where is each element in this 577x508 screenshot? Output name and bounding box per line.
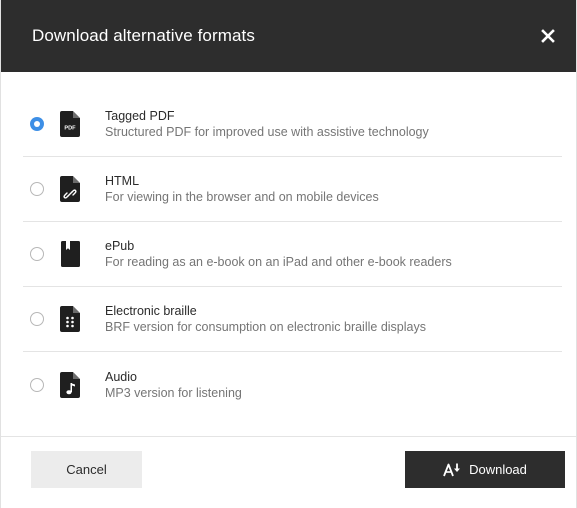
close-icon [541, 29, 555, 43]
radio-epub[interactable] [30, 247, 44, 261]
download-button[interactable]: Download [405, 451, 565, 488]
pdf-icon-label: PDF [64, 126, 76, 132]
option-title: Tagged PDF [105, 109, 175, 123]
option-electronic-braille[interactable]: Electronic braille BRF version for consu… [23, 287, 562, 352]
radio-tagged-pdf[interactable] [30, 117, 44, 131]
dialog-footer: Cancel Download [1, 436, 576, 508]
html-file-icon [60, 176, 80, 202]
pdf-file-icon: PDF [60, 111, 80, 137]
dialog-header: Download alternative formats [1, 0, 576, 72]
option-audio[interactable]: Audio MP3 version for listening [23, 352, 562, 417]
close-button[interactable] [534, 22, 562, 50]
option-description: For viewing in the browser and on mobile… [105, 190, 379, 204]
cancel-button[interactable]: Cancel [31, 451, 142, 488]
braille-file-icon [60, 306, 80, 332]
epub-book-icon [61, 241, 80, 267]
download-label: Download [469, 462, 527, 477]
radio-html[interactable] [30, 182, 44, 196]
option-tagged-pdf[interactable]: PDF Tagged PDF Structured PDF for improv… [23, 92, 562, 157]
radio-electronic-braille[interactable] [30, 312, 44, 326]
option-description: MP3 version for listening [105, 385, 242, 400]
option-description: BRF version for consumption on electroni… [105, 320, 426, 334]
option-description: Structured PDF for improved use with ass… [105, 125, 429, 139]
format-options-list: PDF Tagged PDF Structured PDF for improv… [1, 72, 576, 417]
option-title: Electronic braille [105, 304, 197, 318]
option-html[interactable]: HTML For viewing in the browser and on m… [23, 157, 562, 222]
option-title: ePub [105, 239, 135, 253]
download-formats-dialog: Download alternative formats PDF Tagged … [0, 0, 577, 508]
dialog-title: Download alternative formats [32, 26, 255, 45]
audio-file-icon [60, 371, 80, 398]
option-epub[interactable]: ePub For reading as an e-book on an iPad… [23, 222, 562, 287]
option-title: Audio [105, 369, 137, 384]
option-description: For reading as an e-book on an iPad and … [105, 255, 452, 269]
option-title: HTML [105, 174, 140, 188]
radio-audio[interactable] [30, 377, 44, 392]
download-icon [443, 463, 461, 476]
